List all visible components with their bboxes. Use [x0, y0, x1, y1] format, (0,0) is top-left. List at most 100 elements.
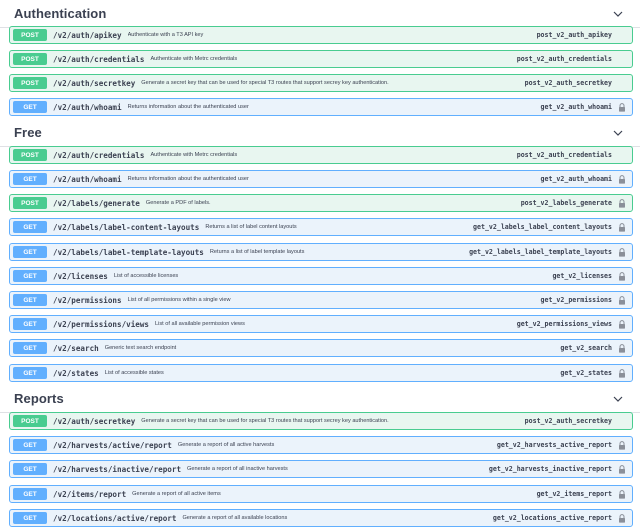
lock-icon[interactable] — [617, 198, 627, 208]
lock-icon[interactable] — [617, 102, 627, 112]
operation-id: post_v2_auth_apikey — [536, 31, 612, 39]
operation-id: get_v2_auth_whoami — [540, 175, 612, 183]
operation-summary: Generate a secret key that can be used f… — [141, 418, 389, 424]
section-header-free[interactable]: Free — [0, 119, 640, 147]
operation-summary: Generate a report of all active harvests — [177, 442, 275, 448]
operation-get-v2-auth-whoami[interactable]: GET /v2/auth/whoami Returns information … — [9, 170, 633, 188]
operation-get-v2-locations-active-report[interactable]: GET /v2/locations/active/report Generate… — [9, 509, 633, 527]
operation-path: /v2/labels/label-content-layouts — [53, 222, 200, 232]
chevron-down-icon[interactable] — [612, 127, 624, 139]
operation-id: post_v2_auth_credentials — [516, 55, 612, 63]
operation-summary: Authenticate with Metrc credentials — [150, 152, 238, 158]
method-badge: GET — [13, 246, 47, 258]
method-badge: POST — [13, 29, 47, 41]
operation-summary: Authenticate with a T3 API key — [127, 32, 204, 38]
method-badge: POST — [13, 77, 47, 89]
operation-id: get_v2_licenses — [552, 272, 612, 280]
method-badge: GET — [13, 270, 47, 282]
operation-id: get_v2_harvests_inactive_report — [488, 465, 612, 473]
operation-get-v2-search[interactable]: GET /v2/search Generic text search endpo… — [9, 339, 633, 357]
operation-path: /v2/items/report — [53, 489, 127, 499]
operation-get-v2-harvests-inactive-report[interactable]: GET /v2/harvests/inactive/report Generat… — [9, 460, 633, 478]
operation-id: get_v2_permissions_views — [516, 320, 612, 328]
operation-get-v2-permissions[interactable]: GET /v2/permissions List of all permissi… — [9, 291, 633, 309]
operation-post-v2-auth-credentials[interactable]: POST /v2/auth/credentials Authenticate w… — [9, 146, 633, 164]
lock-icon[interactable] — [617, 440, 627, 450]
operation-post-v2-auth-secretkey[interactable]: POST /v2/auth/secretkey Generate a secre… — [9, 74, 633, 92]
lock-icon[interactable] — [617, 271, 627, 281]
operation-path: /v2/permissions — [53, 295, 122, 305]
chevron-down-icon[interactable] — [612, 393, 624, 405]
operation-path: /v2/states — [53, 368, 99, 378]
method-badge: GET — [13, 101, 47, 113]
method-badge: GET — [13, 318, 47, 330]
operation-id: get_v2_states — [560, 369, 612, 377]
operation-get-v2-harvests-active-report[interactable]: GET /v2/harvests/active/report Generate … — [9, 436, 633, 454]
lock-icon[interactable] — [617, 464, 627, 474]
lock-icon[interactable] — [617, 343, 627, 353]
operation-id: get_v2_locations_active_report — [492, 514, 612, 522]
method-badge: GET — [13, 342, 47, 354]
operation-path: /v2/harvests/inactive/report — [53, 464, 182, 474]
operation-summary: Generate a PDF of labels. — [145, 200, 211, 206]
lock-icon[interactable] — [617, 319, 627, 329]
operation-id: get_v2_permissions — [540, 296, 612, 304]
operation-id: get_v2_labels_label_template_layouts — [469, 248, 612, 256]
operation-summary: Generic text search endpoint — [104, 345, 177, 351]
method-badge: GET — [13, 367, 47, 379]
method-badge: GET — [13, 294, 47, 306]
chevron-down-icon[interactable] — [612, 8, 624, 20]
lock-icon[interactable] — [617, 222, 627, 232]
operation-get-v2-states[interactable]: GET /v2/states List of accessible states… — [9, 364, 633, 382]
method-badge: GET — [13, 463, 47, 475]
operation-summary: List of accessible states — [104, 370, 164, 376]
lock-icon[interactable] — [617, 174, 627, 184]
method-badge: POST — [13, 197, 47, 209]
operation-post-v2-auth-apikey[interactable]: POST /v2/auth/apikey Authenticate with a… — [9, 26, 633, 44]
operation-post-v2-auth-credentials[interactable]: POST /v2/auth/credentials Authenticate w… — [9, 50, 633, 68]
method-badge: GET — [13, 439, 47, 451]
operation-path: /v2/auth/secretkey — [53, 416, 136, 426]
operation-path: /v2/auth/apikey — [53, 30, 122, 40]
swagger-page: Authentication POST /v2/auth/apikey Auth… — [0, 0, 640, 527]
lock-icon[interactable] — [617, 368, 627, 378]
method-badge: GET — [13, 221, 47, 233]
lock-icon[interactable] — [617, 295, 627, 305]
operation-id: get_v2_items_report — [536, 490, 612, 498]
operation-path: /v2/auth/secretkey — [53, 78, 136, 88]
operation-get-v2-labels-label-content-layouts[interactable]: GET /v2/labels/label-content-layouts Ret… — [9, 218, 633, 236]
operation-post-v2-auth-secretkey[interactable]: POST /v2/auth/secretkey Generate a secre… — [9, 412, 633, 430]
operation-id: post_v2_auth_credentials — [516, 151, 612, 159]
operation-summary: List of all available permission views — [155, 321, 245, 327]
method-badge: POST — [13, 415, 47, 427]
section-header-authentication[interactable]: Authentication — [0, 0, 640, 28]
lock-icon[interactable] — [617, 489, 627, 499]
operation-path: /v2/auth/credentials — [53, 150, 145, 160]
operation-get-v2-permissions-views[interactable]: GET /v2/permissions/views List of all av… — [9, 315, 633, 333]
lock-icon[interactable] — [617, 513, 627, 523]
operation-get-v2-auth-whoami[interactable]: GET /v2/auth/whoami Returns information … — [9, 98, 633, 116]
operation-path: /v2/labels/generate — [53, 198, 140, 208]
operation-id: post_v2_auth_secretkey — [524, 417, 612, 425]
method-badge: POST — [13, 53, 47, 65]
operation-summary: Returns information about the authentica… — [127, 176, 249, 182]
operation-id: post_v2_auth_secretkey — [524, 79, 612, 87]
method-badge: GET — [13, 488, 47, 500]
operation-get-v2-labels-label-template-layouts[interactable]: GET /v2/labels/label-template-layouts Re… — [9, 243, 633, 261]
operation-summary: List of all permissions within a single … — [127, 297, 231, 303]
section-title: Authentication — [14, 6, 107, 21]
operation-id: get_v2_harvests_active_report — [496, 441, 612, 449]
method-badge: POST — [13, 149, 47, 161]
lock-icon[interactable] — [617, 247, 627, 257]
operation-path: /v2/auth/credentials — [53, 54, 145, 64]
operation-get-v2-licenses[interactable]: GET /v2/licenses List of accessible lice… — [9, 267, 633, 285]
operation-id: post_v2_labels_generate — [520, 199, 612, 207]
operation-path: /v2/auth/whoami — [53, 174, 122, 184]
operation-get-v2-items-report[interactable]: GET /v2/items/report Generate a report o… — [9, 485, 633, 503]
operation-path: /v2/auth/whoami — [53, 102, 122, 112]
section-header-reports[interactable]: Reports — [0, 385, 640, 413]
operation-path: /v2/locations/active/report — [53, 513, 177, 523]
operation-post-v2-labels-generate[interactable]: POST /v2/labels/generate Generate a PDF … — [9, 194, 633, 212]
operation-summary: Generate a report of all active items — [132, 491, 221, 497]
operation-path: /v2/permissions/views — [53, 319, 150, 329]
